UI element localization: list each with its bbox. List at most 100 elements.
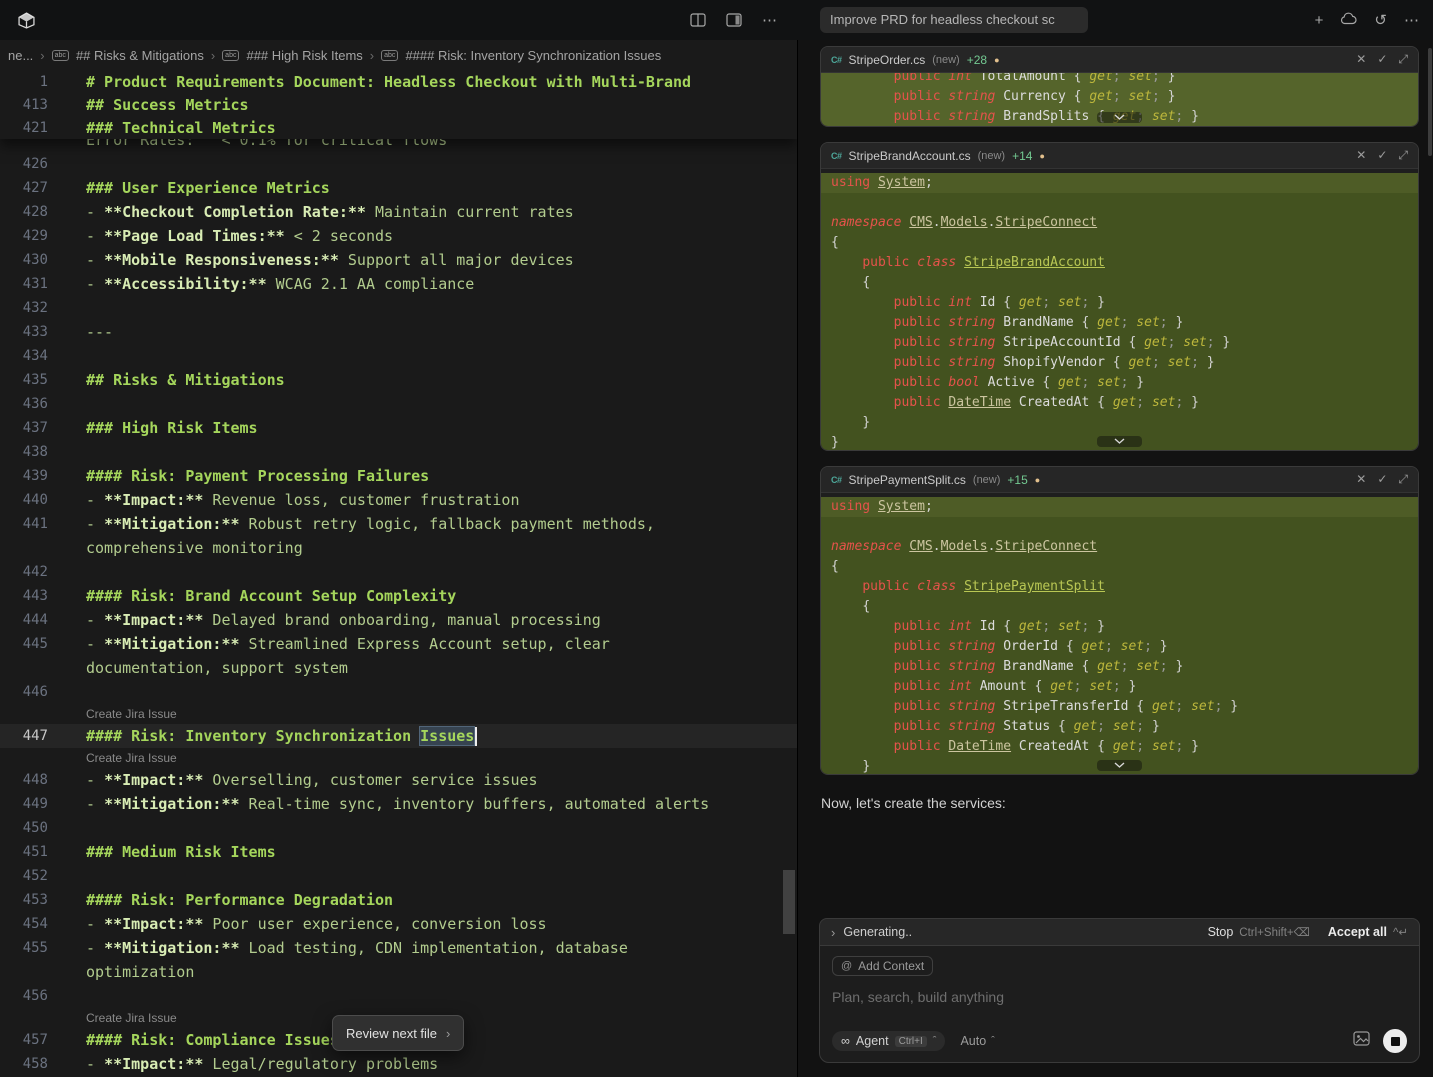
split-editor-icon[interactable] <box>690 13 706 27</box>
expand-icon[interactable]: ⤢ <box>1398 472 1408 487</box>
composer-input[interactable]: Plan, search, build anything <box>832 989 1407 1005</box>
editor-line[interactable]: 432 <box>0 296 797 320</box>
line-number: 448 <box>0 772 48 788</box>
editor-line[interactable]: 421### Technical Metrics <box>0 116 797 139</box>
diff-code-line: using System; <box>821 173 1418 193</box>
line-number: 428 <box>0 204 48 220</box>
editor-line[interactable]: 428- **Checkout Completion Rate:** Maint… <box>0 200 797 224</box>
image-icon[interactable] <box>1353 1031 1370 1051</box>
diff-card-header[interactable]: C#StripePaymentSplit.cs(new)+15●✕✓⤢ <box>821 467 1418 493</box>
line-number: 443 <box>0 588 48 604</box>
expand-icon[interactable]: ⤢ <box>1398 148 1408 163</box>
editor-line[interactable]: documentation, support system <box>0 656 797 680</box>
line-number: 439 <box>0 468 48 484</box>
editor-line[interactable]: 439#### Risk: Payment Processing Failure… <box>0 464 797 488</box>
editor-line[interactable]: 444- **Impact:** Delayed brand onboardin… <box>0 608 797 632</box>
chat-title[interactable]: Improve PRD for headless checkout sc <box>820 7 1088 33</box>
diff-code-line: public string Currency { get; set; } <box>821 87 1418 107</box>
breadcrumb-item[interactable]: ## Risks & Mitigations <box>76 48 204 63</box>
diff-code: public int TotalAmount { get; set; } pub… <box>821 73 1418 126</box>
chevron-right-icon[interactable]: › <box>831 925 835 940</box>
editor-line[interactable]: 426 <box>0 152 797 176</box>
accept-all-button[interactable]: Accept all ^↵ <box>1328 925 1408 939</box>
editor-line[interactable]: 434 <box>0 344 797 368</box>
editor-line[interactable]: 437### High Risk Items <box>0 416 797 440</box>
editor-line[interactable]: 436 <box>0 392 797 416</box>
editor-line[interactable]: 438 <box>0 440 797 464</box>
editor-line[interactable]: 445- **Mitigation:** Streamlined Express… <box>0 632 797 656</box>
chat-scrollbar[interactable] <box>1428 48 1432 156</box>
new-chat-icon[interactable]: + <box>1315 12 1324 29</box>
breadcrumb-item[interactable]: #### Risk: Inventory Synchronization Iss… <box>405 48 661 63</box>
editor-line[interactable]: 458- **Impact:** Legal/regulatory proble… <box>0 1052 797 1076</box>
sticky-scroll[interactable]: 1# Product Requirements Document: Headle… <box>0 70 797 139</box>
expand-chevron[interactable] <box>821 432 1418 450</box>
close-icon[interactable]: ✕ <box>1356 472 1366 487</box>
line-text: - **Mitigation:** Real-time sync, invent… <box>86 795 709 813</box>
editor-line[interactable]: 427### User Experience Metrics <box>0 176 797 200</box>
code-lens[interactable]: Create Jira Issue <box>0 704 797 724</box>
breadcrumb-item[interactable]: ### High Risk Items <box>246 48 362 63</box>
editor-line[interactable]: 435## Risks & Mitigations <box>0 368 797 392</box>
accept-icon[interactable]: ✓ <box>1377 148 1387 163</box>
accept-icon[interactable]: ✓ <box>1377 52 1387 67</box>
review-next-file-button[interactable]: Review next file › <box>332 1015 464 1051</box>
toggle-layout-icon[interactable] <box>726 13 742 27</box>
csharp-file-icon: C# <box>831 55 842 65</box>
chevron-right-icon: › <box>370 48 374 63</box>
code-lens[interactable]: Create Jira Issue <box>0 748 797 768</box>
editor-line[interactable]: 447#### Risk: Inventory Synchronization … <box>0 724 797 748</box>
diff-code-line: public DateTime CreatedAt { get; set; } <box>821 737 1418 757</box>
expand-chevron[interactable] <box>821 108 1418 126</box>
editor-line[interactable]: 433--- <box>0 320 797 344</box>
editor-line[interactable]: 443#### Risk: Brand Account Setup Comple… <box>0 584 797 608</box>
cloud-icon[interactable] <box>1340 12 1357 29</box>
editor-line[interactable]: 451### Medium Risk Items <box>0 840 797 864</box>
editor-line[interactable]: 440- **Impact:** Revenue loss, customer … <box>0 488 797 512</box>
agent-mode-selector[interactable]: ∞ Agent Ctrl+I ˆ <box>832 1031 945 1051</box>
diff-code-line: { <box>821 233 1418 253</box>
editor-line[interactable]: 442 <box>0 560 797 584</box>
close-icon[interactable]: ✕ <box>1356 148 1366 163</box>
line-text: Create Jira Issue <box>86 707 177 721</box>
stop-generation-button[interactable] <box>1383 1029 1407 1053</box>
breadcrumb-item[interactable]: ne... <box>8 48 33 63</box>
at-icon: @ <box>841 960 852 972</box>
editor-line[interactable]: optimization <box>0 960 797 984</box>
expand-chevron[interactable] <box>821 756 1418 774</box>
model-selector[interactable]: Auto ˆ <box>960 1034 994 1048</box>
close-icon[interactable]: ✕ <box>1356 52 1366 67</box>
editor-line[interactable]: 453#### Risk: Performance Degradation <box>0 888 797 912</box>
editor-line[interactable]: 430- **Mobile Responsiveness:** Support … <box>0 248 797 272</box>
editor-line[interactable]: 455- **Mitigation:** Load testing, CDN i… <box>0 936 797 960</box>
editor-line[interactable]: 454- **Impact:** Poor user experience, c… <box>0 912 797 936</box>
editor-line[interactable]: 452 <box>0 864 797 888</box>
expand-icon[interactable]: ⤢ <box>1398 52 1408 67</box>
editor-line[interactable]: comprehensive monitoring <box>0 536 797 560</box>
editor-line[interactable]: 449- **Mitigation:** Real-time sync, inv… <box>0 792 797 816</box>
stop-button[interactable]: Stop Ctrl+Shift+⌫ <box>1208 925 1310 939</box>
accept-all-shortcut: ^↵ <box>1393 925 1408 939</box>
editor-line[interactable]: 413## Success Metrics <box>0 93 797 116</box>
chat-more-icon[interactable]: ⋯ <box>1404 11 1419 29</box>
editor-more-icon[interactable]: ⋯ <box>762 11 777 29</box>
accept-icon[interactable]: ✓ <box>1377 472 1387 487</box>
editor-line[interactable]: 429- **Page Load Times:** < 2 seconds <box>0 224 797 248</box>
history-icon[interactable]: ↺ <box>1374 11 1387 29</box>
editor-line[interactable]: 1# Product Requirements Document: Headle… <box>0 70 797 93</box>
add-context-button[interactable]: @ Add Context <box>832 956 933 976</box>
markdown-editor[interactable]: Error Rates: < 0.1% for critical flows42… <box>0 70 797 1077</box>
editor-line[interactable]: 441- **Mitigation:** Robust retry logic,… <box>0 512 797 536</box>
editor-line[interactable]: 450 <box>0 816 797 840</box>
line-text: --- <box>86 323 113 341</box>
editor-line[interactable]: 456 <box>0 984 797 1008</box>
editor-line[interactable]: 431- **Accessibility:** WCAG 2.1 AA comp… <box>0 272 797 296</box>
diff-code-line: public int Id { get; set; } <box>821 617 1418 637</box>
diff-card-header[interactable]: C#StripeBrandAccount.cs(new)+14●✕✓⤢ <box>821 143 1418 169</box>
diff-card-header[interactable]: C#StripeOrder.cs(new)+28●✕✓⤢ <box>821 47 1418 73</box>
line-number: 426 <box>0 156 48 172</box>
editor-line[interactable]: 448- **Impact:** Overselling, customer s… <box>0 768 797 792</box>
editor-line[interactable]: 446 <box>0 680 797 704</box>
breadcrumb[interactable]: ne...›abc## Risks & Mitigations›abc### H… <box>0 40 797 70</box>
editor-scrollbar[interactable] <box>783 870 795 934</box>
